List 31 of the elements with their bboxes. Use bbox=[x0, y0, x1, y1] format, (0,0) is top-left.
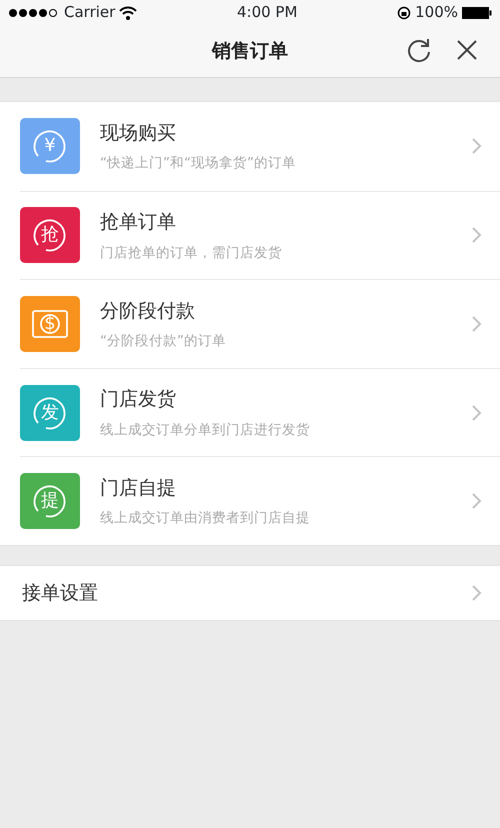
chevron-icon bbox=[471, 137, 482, 156]
carrier-name: Carrier bbox=[64, 2, 116, 24]
category-icon: 发 bbox=[20, 384, 80, 441]
item-title: 门店自提 bbox=[100, 476, 177, 501]
rotation-lock-icon bbox=[397, 6, 412, 20]
clock-time: 4:00 PM bbox=[236, 2, 298, 24]
item-description: 门店抢单的订单，需门店发货 bbox=[100, 244, 283, 263]
item-description: 线上成交订单由消费者到门店自提 bbox=[100, 509, 311, 528]
category-icon: ¥ bbox=[20, 118, 80, 174]
refresh-icon[interactable] bbox=[406, 37, 432, 63]
item-description: 线上成交订单分单到门店进行发货 bbox=[100, 420, 311, 440]
wifi-icon bbox=[119, 6, 138, 20]
item-title: 现场购买 bbox=[100, 120, 177, 146]
item-description: “分阶段付款”的订单 bbox=[100, 332, 227, 352]
chevron-icon bbox=[471, 314, 482, 333]
item-title: 门店发货 bbox=[100, 387, 177, 412]
item-title: 分阶段付款 bbox=[100, 298, 196, 324]
chevron-icon bbox=[471, 226, 482, 244]
chevron-icon bbox=[471, 404, 482, 422]
chevron-icon bbox=[471, 584, 482, 602]
battery-percent: 100% bbox=[415, 2, 458, 24]
battery-icon bbox=[462, 6, 492, 18]
close-icon[interactable] bbox=[456, 39, 478, 61]
item-description: “快递上门”和“现场拿货”的订单 bbox=[100, 154, 297, 174]
category-icon: $ bbox=[20, 296, 80, 352]
chevron-icon bbox=[471, 492, 482, 510]
category-icon: 提 bbox=[20, 473, 80, 530]
item-title: 抢单订单 bbox=[100, 210, 177, 236]
category-icon: 抢 bbox=[20, 207, 80, 264]
page-title: 销售订单 bbox=[212, 38, 288, 64]
signal-icon bbox=[8, 8, 60, 18]
